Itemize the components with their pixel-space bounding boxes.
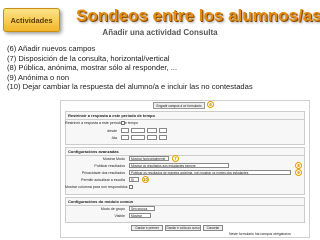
time-limit-checkbox[interactable] xyxy=(121,121,125,125)
to-month-select[interactable] xyxy=(131,135,145,140)
moodle-form-screenshot: Engadir campos á xe formulario 6 Restrin… xyxy=(60,100,310,238)
from-month-select[interactable] xyxy=(131,128,145,133)
to-year-select[interactable] xyxy=(147,135,157,140)
to-day-select[interactable] xyxy=(121,135,129,140)
marker-9: 9 xyxy=(295,169,302,176)
privacy-label: Privacidade dos resultados xyxy=(81,171,125,175)
publish-results-label: Publicar resultados xyxy=(94,164,125,168)
show-unanswered-label: Mostrar columna para non respondidos xyxy=(65,185,128,189)
bullet-item: (10) Dejar cambiar la respuesta del alum… xyxy=(7,82,253,92)
from-label: desde xyxy=(107,129,117,133)
show-unanswered-checkbox[interactable] xyxy=(129,185,133,189)
visible-label: Visible xyxy=(114,214,125,218)
from-year-select[interactable] xyxy=(147,128,157,133)
group-mode-select[interactable]: Sen grupos xyxy=(129,206,155,211)
bullet-item: (7) Disposición de la consulta, horizont… xyxy=(7,53,170,63)
marker-8: 8 xyxy=(295,162,302,169)
slide: Actividades Sondeos entre los alumnos/as… xyxy=(0,0,320,240)
display-mode-label: Mostrar Modo xyxy=(102,157,125,161)
common-module-title: Configuracións do módulo común xyxy=(66,198,304,206)
time-limit-label: Restrinxir a resposta a este período de … xyxy=(65,121,138,125)
bullet-item: (8) Pública, anónima, mostrar sólo al re… xyxy=(7,63,178,73)
allow-update-label: Permitir actualizar a escolla xyxy=(81,178,125,182)
visible-select[interactable]: Mostrar xyxy=(129,213,151,218)
save-show-button[interactable]: Gardar e volta ao curso xyxy=(165,225,201,231)
save-return-button[interactable]: Gardar e premer xyxy=(131,225,163,231)
bullet-list: (6) Añadir nuevos campos (7) Disposición… xyxy=(7,44,253,92)
group-mode-label: Modo de grupo xyxy=(100,207,125,211)
privacy-select[interactable]: Publicar os resultados de maneira anónim… xyxy=(129,170,291,175)
time-limit-title: Restrinxir a resposta a este período de … xyxy=(66,112,304,120)
cancel-button[interactable]: Cancelar xyxy=(203,225,223,231)
publish-results-select[interactable]: Mostrar os resultados aos estudantes sem… xyxy=(129,163,229,168)
slide-title: Sondeos entre los alumnos/as xyxy=(76,6,320,25)
bullet-item: (9) Anónima o non xyxy=(7,72,70,82)
marker-7: 7 xyxy=(172,155,179,162)
from-day-select[interactable] xyxy=(121,128,129,133)
bullet-item: (6) Añadir nuevos campos xyxy=(7,44,96,53)
display-mode-select[interactable]: Mostrar horizontalmente xyxy=(129,156,169,161)
add-fields-button[interactable]: Engadir campos á xe formulario xyxy=(153,102,205,109)
from-hour-select[interactable] xyxy=(159,128,167,133)
required-fields-note: Neste formulario hai campos obrigatorios xyxy=(229,232,291,236)
allow-update-select[interactable]: Si xyxy=(129,177,139,182)
to-label: Ata xyxy=(111,136,117,140)
to-hour-select[interactable] xyxy=(159,135,167,140)
advanced-title: Configuracións avanzadas xyxy=(66,148,304,156)
slide-subtitle: Añadir una actividad Consulta xyxy=(102,28,218,37)
marker-6: 6 xyxy=(207,101,214,108)
marker-10: 10 xyxy=(142,176,149,183)
